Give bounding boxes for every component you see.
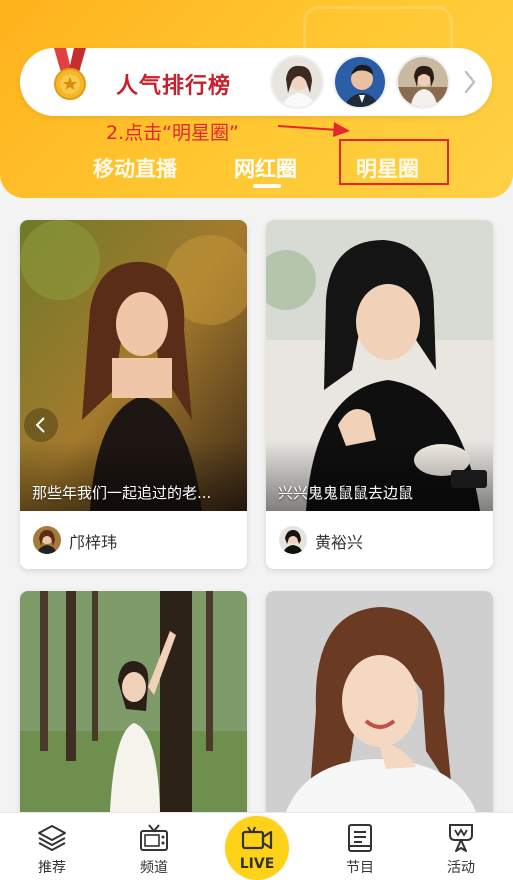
author-name: 黄裕兴	[315, 533, 364, 552]
tab-influencer-circle[interactable]: 网红圈	[234, 153, 297, 183]
video-card[interactable]: 兴兴鬼鬼鼠鼠去边鼠 黄裕兴	[266, 220, 493, 569]
live-button[interactable]: LIVE	[225, 816, 289, 880]
ranking-avatar-1[interactable]	[270, 55, 324, 109]
nav-label: 活动	[447, 860, 475, 876]
live-label: LIVE	[239, 856, 275, 872]
video-card[interactable]	[20, 591, 247, 812]
active-tab-indicator	[253, 184, 281, 188]
nav-channel[interactable]: 频道	[114, 813, 194, 880]
carousel-prev-button[interactable]	[24, 408, 58, 442]
medal-icon	[54, 48, 86, 100]
tab-mobile-live[interactable]: 移动直播	[93, 153, 177, 183]
card-thumbnail	[20, 591, 247, 812]
chevron-right-icon[interactable]	[460, 68, 480, 96]
arrow-icon	[277, 122, 350, 137]
nav-label: 频道	[140, 860, 168, 876]
ranking-avatar-2[interactable]	[333, 55, 387, 109]
nav-label: 推荐	[38, 860, 66, 876]
tab-star-circle[interactable]: 明星圈	[356, 153, 419, 183]
card-footer: 黄裕兴	[266, 511, 493, 569]
ranking-avatar-3[interactable]	[396, 55, 450, 109]
tv-icon	[140, 824, 168, 851]
card-footer: 邝梓玮	[20, 511, 247, 569]
author-avatar[interactable]	[279, 526, 307, 554]
video-card[interactable]	[266, 591, 493, 812]
nav-recommend[interactable]: 推荐	[12, 813, 92, 880]
author-name: 邝梓玮	[69, 533, 118, 552]
card-thumbnail	[266, 591, 493, 812]
card-caption: 兴兴鬼鬼鼠鼠去边鼠	[278, 484, 414, 502]
nav-label: 节目	[346, 860, 374, 876]
ranking-title: 人气排行榜	[116, 73, 232, 99]
popularity-ranking-card[interactable]: 人气排行榜	[20, 48, 492, 116]
nav-activity[interactable]: 活动	[421, 813, 501, 880]
author-avatar[interactable]	[33, 526, 61, 554]
card-caption: 那些年我们一起追过的老...	[32, 484, 212, 502]
instruction-annotation: 2.点击“明星圈”	[106, 122, 239, 144]
ribbon-icon	[449, 824, 473, 852]
document-icon	[348, 824, 372, 852]
video-card[interactable]: 那些年我们一起追过的老... 邝梓玮	[20, 220, 247, 569]
layers-icon	[38, 825, 66, 851]
chevron-left-icon	[35, 417, 45, 433]
video-camera-icon	[241, 826, 273, 850]
nav-program[interactable]: 节目	[320, 813, 400, 880]
